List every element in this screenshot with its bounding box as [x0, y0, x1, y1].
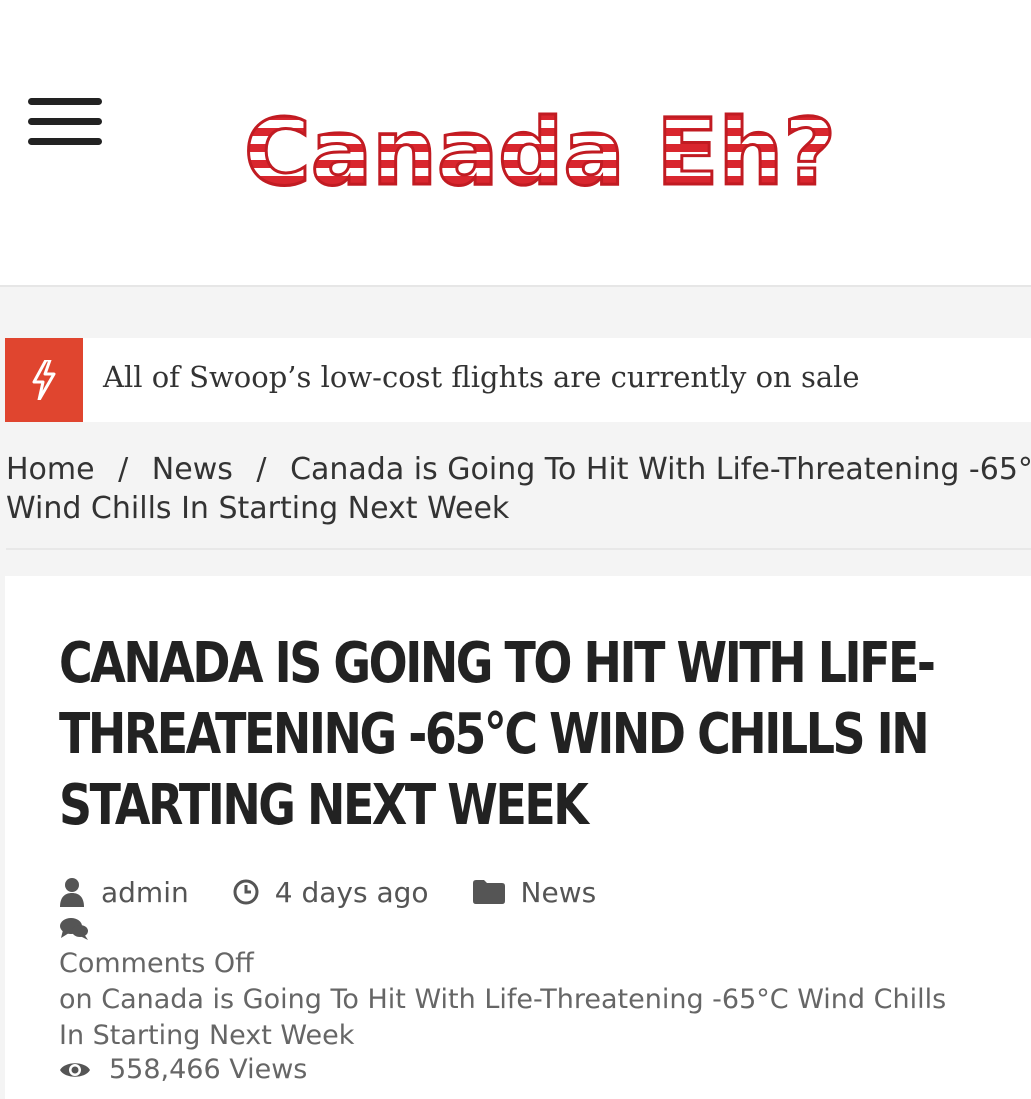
comments-icon-row: [59, 912, 1019, 946]
article-meta: admin 4 days ago News Comments Off on Ca…: [59, 872, 1019, 1086]
view-count: 558,466 Views: [109, 1054, 308, 1085]
author-meta[interactable]: admin: [59, 876, 189, 909]
menu-bar-top: [28, 98, 102, 105]
breadcrumb-current-part-1: Canada is Going To Hit With Life-Threate…: [290, 452, 1031, 487]
author-name[interactable]: admin: [101, 876, 189, 909]
breadcrumb-line-1: Home / News / Canada is Going To Hit Wit…: [6, 450, 1031, 489]
eye-icon: [60, 1062, 90, 1077]
breadcrumb-home-link[interactable]: Home: [6, 452, 95, 487]
ticker-badge: [5, 338, 83, 422]
user-icon: [60, 878, 84, 907]
article-title-line: STARTING NEXT WEEK: [59, 773, 589, 838]
article-title: CANADA IS GOING TO HIT WITH LIFE- THREAT…: [59, 628, 953, 841]
breadcrumb-current-part-2: Wind Chills In Starting Next Week: [6, 491, 510, 526]
clock-icon: [233, 879, 259, 905]
menu-bar-middle: [28, 118, 102, 125]
breadcrumb-news-link[interactable]: News: [152, 452, 233, 487]
breadcrumb-separator: /: [256, 452, 267, 487]
category-meta[interactable]: News: [472, 876, 597, 909]
comments-icon: [60, 918, 88, 940]
article-card: CANADA IS GOING TO HIT WITH LIFE- THREAT…: [5, 576, 1031, 1099]
views-meta: 558,466 Views: [59, 1054, 1019, 1085]
article-title-line: CANADA IS GOING TO HIT WITH LIFE-: [59, 631, 936, 696]
menu-bar-bottom: [28, 138, 102, 145]
hamburger-menu-icon[interactable]: [28, 98, 102, 148]
post-date: 4 days ago: [274, 875, 429, 909]
comments-on-text: In Starting Next Week: [59, 1020, 355, 1051]
breadcrumb: Home / News / Canada is Going To Hit Wit…: [6, 450, 1031, 550]
breadcrumb-separator: /: [118, 452, 129, 487]
ticker-headline[interactable]: All of Swoop’s low-cost flights are curr…: [103, 360, 860, 394]
comments-on-text: on Canada is Going To Hit With Life-Thre…: [59, 984, 947, 1015]
news-ticker[interactable]: All of Swoop’s low-cost flights are curr…: [5, 338, 1031, 422]
date-meta: 4 days ago: [233, 876, 429, 909]
lightning-bolt-icon: [32, 360, 56, 400]
logo-text: Canada Eh?: [244, 99, 836, 206]
comments-status[interactable]: Comments Off: [59, 946, 1019, 982]
site-logo[interactable]: Canada Eh?: [244, 96, 844, 207]
article-title-line: THREATENING -65°C WIND CHILLS IN: [59, 702, 930, 767]
meta-row: admin 4 days ago News: [59, 872, 1019, 912]
site-header: Canada Eh?: [0, 0, 1031, 287]
folder-icon: [472, 880, 505, 904]
category-link[interactable]: News: [521, 876, 597, 909]
